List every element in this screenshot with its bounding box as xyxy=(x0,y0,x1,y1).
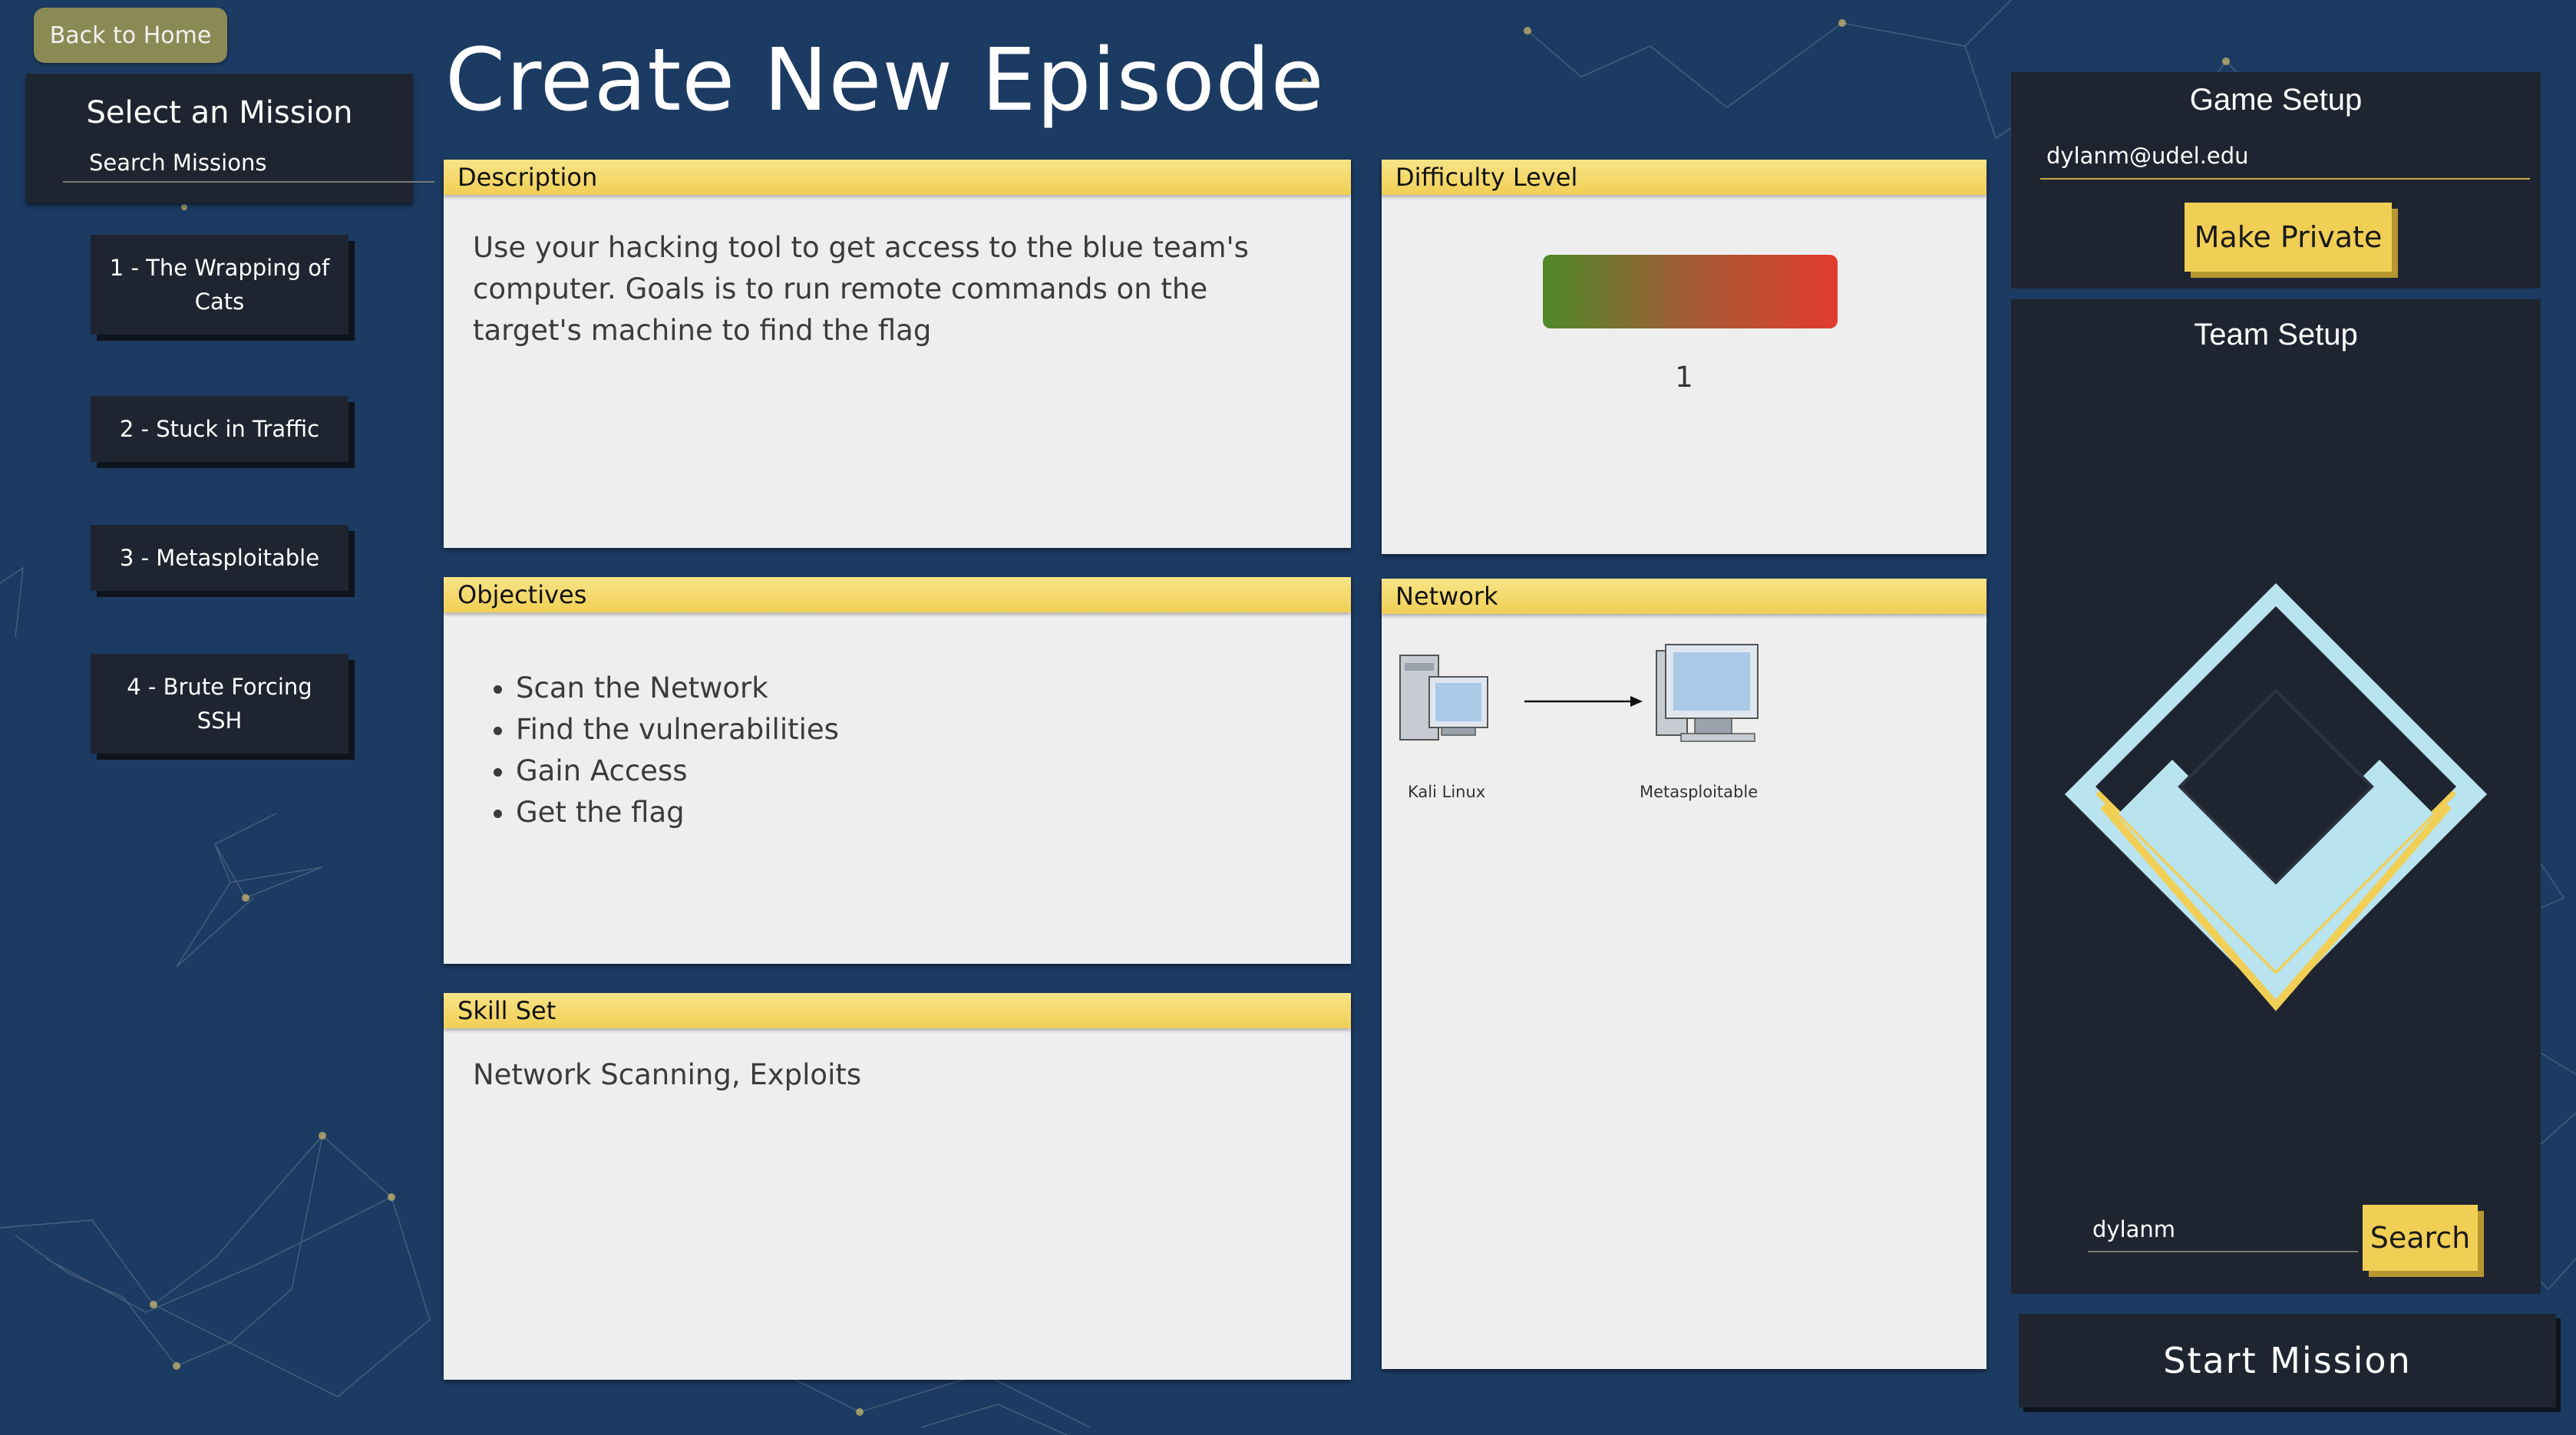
mission-item-label: 1 - The Wrapping of Cats xyxy=(109,255,330,315)
team-search-input[interactable] xyxy=(2088,1208,2358,1252)
email-field[interactable] xyxy=(2040,134,2530,180)
kali-linux-computer-icon xyxy=(1399,655,1488,741)
mission-item-2[interactable]: 2 - Stuck in Traffic xyxy=(91,396,348,462)
description-card: Description Use your hacking tool to get… xyxy=(444,160,1351,548)
team-setup-panel: Team Setup Search xyxy=(2011,299,2541,1294)
network-header: Network xyxy=(1382,579,1986,614)
mission-item-label: 4 - Brute Forcing SSH xyxy=(127,674,312,734)
mission-search-input[interactable] xyxy=(63,144,434,183)
objective-item: Find the vulnerabilities xyxy=(516,709,1322,750)
network-node-label: Kali Linux xyxy=(1408,783,1486,801)
mission-item-4[interactable]: 4 - Brute Forcing SSH xyxy=(91,654,348,754)
mission-selector-panel: Select an Mission xyxy=(26,74,434,203)
description-text: Use your hacking tool to get access to t… xyxy=(473,231,1249,347)
network-node-label: Metasploitable xyxy=(1640,783,1759,801)
team-emblem-icon xyxy=(2065,583,2487,1011)
skillset-card: Skill Set Network Scanning, Exploits xyxy=(444,993,1351,1380)
difficulty-gradient-bar xyxy=(1543,255,1838,328)
game-setup-title: Game Setup xyxy=(2189,83,2363,117)
objectives-card: Objectives Scan the Network Find the vul… xyxy=(444,577,1351,964)
objective-item: Gain Access xyxy=(516,750,1322,792)
network-diagram xyxy=(1399,644,1759,742)
page-title: Create New Episode xyxy=(445,31,1325,130)
game-setup-panel: Game Setup Make Private xyxy=(2011,72,2541,289)
make-private-button[interactable]: Make Private xyxy=(2185,203,2392,272)
team-setup-title: Team Setup xyxy=(2194,318,2358,351)
mission-item-3[interactable]: 3 - Metasploitable xyxy=(91,525,348,591)
difficulty-value: 1 xyxy=(1675,361,1693,394)
objectives-header: Objectives xyxy=(444,577,1351,612)
mission-selector-title: Select an Mission xyxy=(86,95,353,130)
difficulty-card: Difficulty Level 1 xyxy=(1382,160,1986,554)
objective-item: Scan the Network xyxy=(516,668,1322,709)
skillset-text: Network Scanning, Exploits xyxy=(473,1058,862,1091)
objectives-list: Scan the Network Find the vulnerabilitie… xyxy=(473,668,1322,833)
start-mission-button[interactable]: Start Mission xyxy=(2019,1314,2556,1407)
difficulty-header: Difficulty Level xyxy=(1382,160,1986,195)
metasploitable-computer-icon xyxy=(1656,644,1759,742)
network-card: Network Kali Linux Metasploitable xyxy=(1382,579,1986,1369)
mission-item-label: 3 - Metasploitable xyxy=(119,545,320,571)
mission-item-label: 2 - Stuck in Traffic xyxy=(119,416,320,442)
mission-item-1[interactable]: 1 - The Wrapping of Cats xyxy=(91,235,348,335)
description-header: Description xyxy=(444,160,1351,195)
team-search-button[interactable]: Search xyxy=(2363,1205,2478,1271)
skillset-header: Skill Set xyxy=(444,993,1351,1028)
objective-item: Get the flag xyxy=(516,792,1322,833)
back-to-home-button[interactable]: Back to Home xyxy=(34,8,227,63)
